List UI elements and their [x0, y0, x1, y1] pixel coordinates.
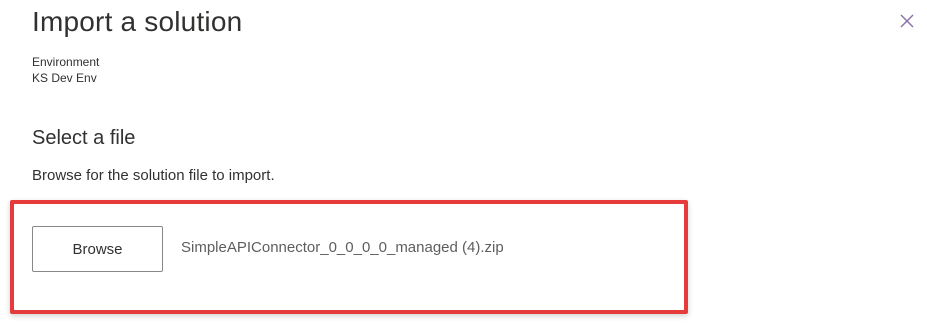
- select-file-description: Browse for the solution file to import.: [32, 167, 275, 184]
- page-title: Import a solution: [32, 6, 243, 37]
- close-button[interactable]: [896, 10, 920, 34]
- environment-label: Environment: [32, 55, 100, 69]
- browse-button[interactable]: Browse: [32, 226, 163, 272]
- close-icon: [900, 14, 914, 28]
- environment-value: KS Dev Env: [32, 71, 97, 85]
- select-file-heading: Select a file: [32, 127, 136, 149]
- import-solution-panel: Import a solution Environment KS Dev Env…: [0, 0, 927, 325]
- selected-file-name: SimpleAPIConnector_0_0_0_0_managed (4).z…: [181, 239, 504, 256]
